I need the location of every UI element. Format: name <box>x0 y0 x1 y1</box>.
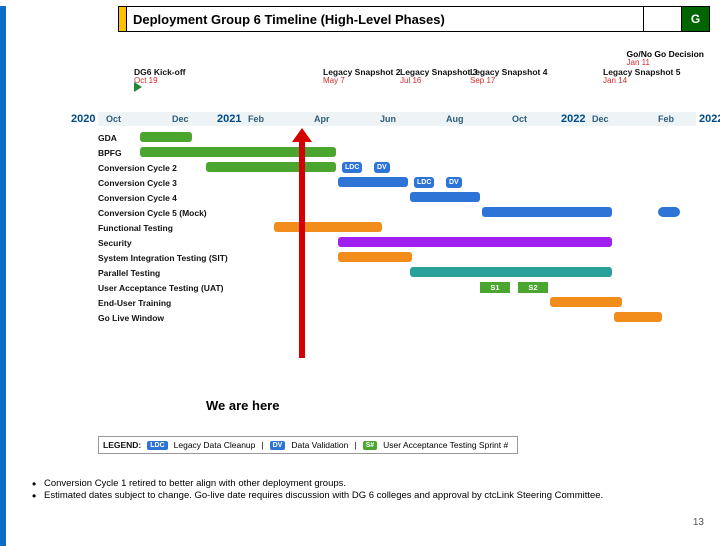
page-title: Deployment Group 6 Timeline (High-Level … <box>127 7 643 31</box>
dv-pill: DV <box>446 177 462 188</box>
arrow-shaft <box>299 140 305 358</box>
bar <box>482 207 612 217</box>
row-label: Conversion Cycle 5 (Mock) <box>98 208 238 218</box>
year-label: 2022 <box>558 112 588 126</box>
legend-sep: | <box>354 440 356 450</box>
bar <box>338 252 412 262</box>
bar <box>206 162 336 172</box>
legend-sep: | <box>261 440 263 450</box>
legend-chip-dv: DV <box>270 441 286 450</box>
gantt-row: User Acceptance Testing (UAT) S1 S2 <box>98 280 708 295</box>
row-label: Go Live Window <box>98 313 238 323</box>
row-label: System Integration Testing (SIT) <box>98 253 238 263</box>
title-bar: Deployment Group 6 Timeline (High-Level … <box>118 6 710 32</box>
year-label: 2021 <box>214 112 244 126</box>
current-date-arrow-icon <box>296 128 308 358</box>
milestone: DG6 Kick-off Oct 19 <box>134 68 185 85</box>
slide: Deployment Group 6 Timeline (High-Level … <box>0 6 720 546</box>
ldc-pill: LDC <box>414 177 434 188</box>
milestone: Legacy Snapshot 4 Sep 17 <box>470 68 547 85</box>
milestone-date: Jan 14 <box>603 77 680 85</box>
month-tick: Feb <box>248 112 264 126</box>
title-gap <box>643 7 677 31</box>
legend-chip-sprint: S# <box>363 441 378 450</box>
status-badge: G <box>681 7 709 31</box>
gantt-row: Conversion Cycle 5 (Mock) <box>98 205 708 220</box>
gantt-chart: Go/No Go Decision Jan 11 DG6 Kick-off Oc… <box>98 68 708 358</box>
month-tick: Dec <box>592 112 609 126</box>
gantt-row: Functional Testing <box>98 220 708 235</box>
footnote: Estimated dates subject to change. Go-li… <box>32 490 672 502</box>
gantt-row: GDA <box>98 130 708 145</box>
month-tick: Oct <box>106 112 121 126</box>
milestone: Legacy Snapshot 3 Jul 16 <box>400 68 477 85</box>
bar <box>338 177 408 187</box>
row-label: End-User Training <box>98 298 238 308</box>
gantt-row: Conversion Cycle 4 <box>98 190 708 205</box>
month-tick: Apr <box>314 112 330 126</box>
month-tick: Dec <box>172 112 189 126</box>
milestone-date: Sep 17 <box>470 77 547 85</box>
legend: LEGEND: LDC Legacy Data Cleanup | DV Dat… <box>98 436 518 454</box>
month-tick: Aug <box>446 112 464 126</box>
dv-pill: DV <box>374 162 390 173</box>
gantt-row: BPFG <box>98 145 708 160</box>
bar <box>658 207 680 217</box>
milestone-date: Oct 19 <box>134 77 185 85</box>
gantt-row: Conversion Cycle 3 LDC DV <box>98 175 708 190</box>
milestone-row: DG6 Kick-off Oct 19 Legacy Snapshot 2 Ma… <box>98 68 708 106</box>
sprint-badge: S2 <box>518 282 548 293</box>
go-no-go-milestone: Go/No Go Decision Jan 11 <box>627 50 704 67</box>
gantt-row: Security <box>98 235 708 250</box>
gantt-row: Parallel Testing <box>98 265 708 280</box>
gantt-row: Go Live Window <box>98 310 708 325</box>
month-tick: Feb <box>658 112 674 126</box>
month-tick: Jun <box>380 112 396 126</box>
milestone: Legacy Snapshot 5 Jan 14 <box>603 68 680 85</box>
sprint-badge: S1 <box>480 282 510 293</box>
bar <box>274 222 382 232</box>
bar <box>410 267 612 277</box>
bar <box>338 237 612 247</box>
legend-text: User Acceptance Testing Sprint # <box>383 440 508 450</box>
bar <box>614 312 662 322</box>
row-label: Parallel Testing <box>98 268 238 278</box>
year-label: 2022 <box>696 112 720 126</box>
gantt-row: System Integration Testing (SIT) <box>98 250 708 265</box>
row-label: User Acceptance Testing (UAT) <box>98 283 238 293</box>
gantt-row: Conversion Cycle 2 LDC DV <box>98 160 708 175</box>
bar <box>550 297 622 307</box>
milestone: Legacy Snapshot 2 May 7 <box>323 68 400 85</box>
bar <box>410 192 480 202</box>
row-label: Functional Testing <box>98 223 238 233</box>
time-axis: 2020 Oct Dec 2021 Feb Apr Jun Aug Oct 20… <box>98 112 708 126</box>
title-accent <box>119 7 127 31</box>
row-label: Conversion Cycle 4 <box>98 193 238 203</box>
gantt-row: End-User Training <box>98 295 708 310</box>
legend-text: Legacy Data Cleanup <box>174 440 256 450</box>
row-label: Conversion Cycle 3 <box>98 178 238 188</box>
legend-key: LEGEND: <box>103 440 141 450</box>
legend-text: Data Validation <box>291 440 348 450</box>
page-number: 13 <box>693 517 704 528</box>
row-label: Security <box>98 238 238 248</box>
bar <box>140 132 192 142</box>
year-label: 2020 <box>68 112 98 126</box>
footnotes: Conversion Cycle 1 retired to better ali… <box>32 478 672 502</box>
footnote: Conversion Cycle 1 retired to better ali… <box>32 478 672 490</box>
month-tick: Oct <box>512 112 527 126</box>
milestone-date: May 7 <box>323 77 400 85</box>
milestone-date: Jul 16 <box>400 77 477 85</box>
we-are-here-label: We are here <box>206 398 279 413</box>
ldc-pill: LDC <box>342 162 362 173</box>
gantt-rows: GDA BPFG Conversion Cycle 2 LDC DV Conve… <box>98 130 708 325</box>
legend-chip-ldc: LDC <box>147 441 167 450</box>
